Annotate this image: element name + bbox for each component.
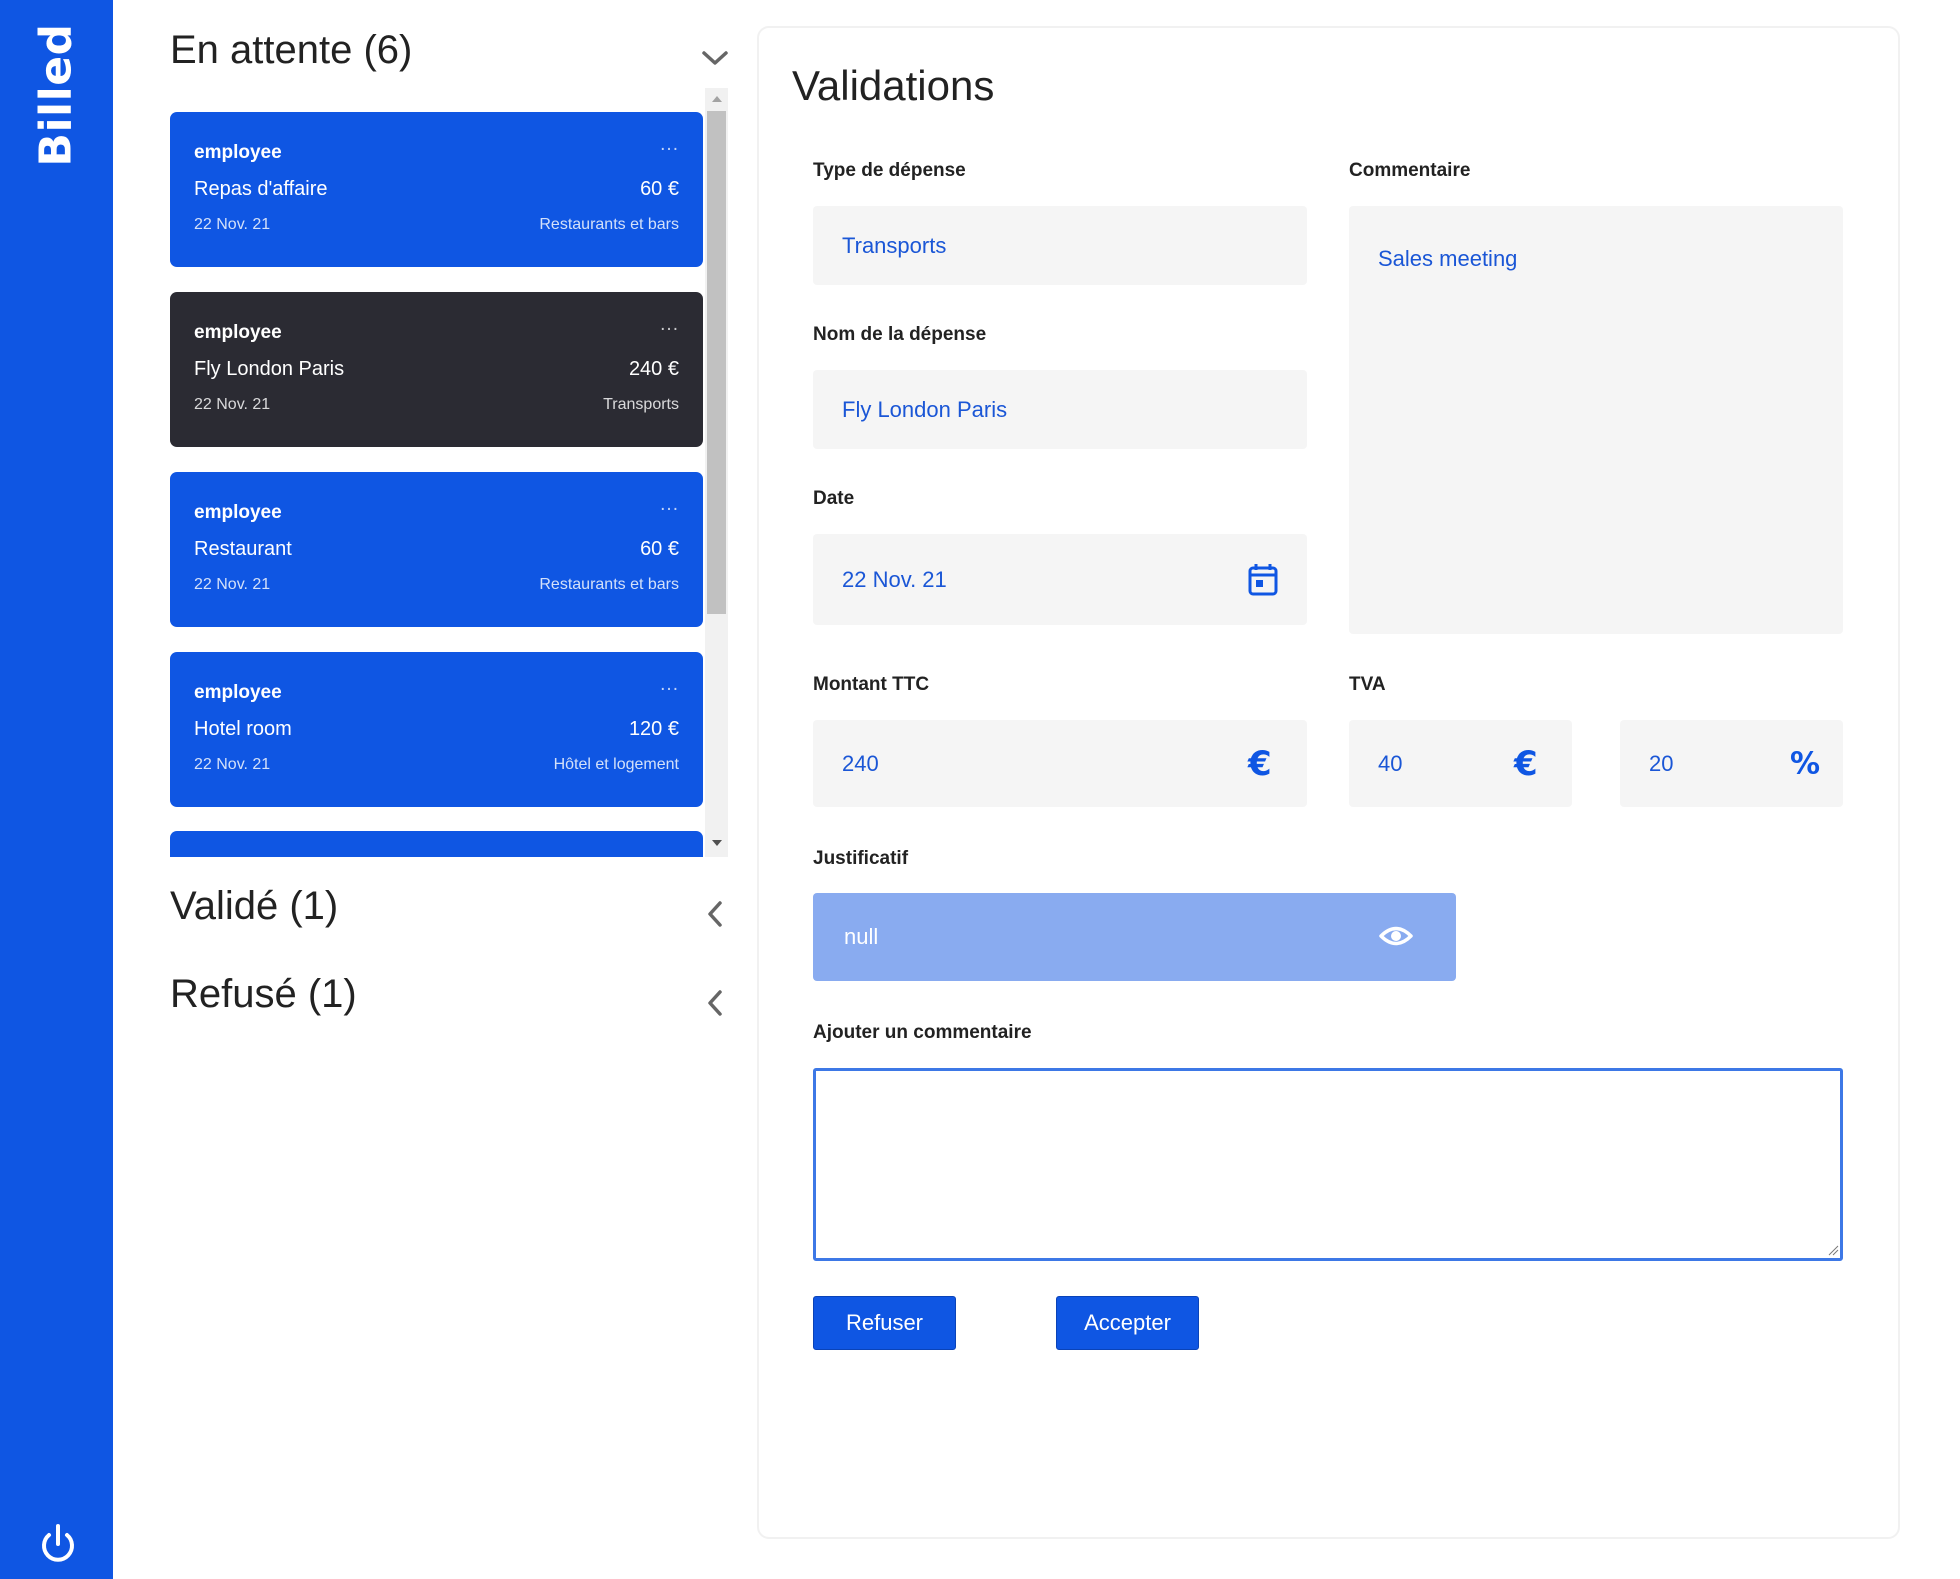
comment-value: Sales meeting: [1378, 246, 1518, 271]
bill-date: 22 Nov. 21: [194, 576, 271, 593]
chevron-down-icon[interactable]: [700, 43, 730, 73]
bill-card[interactable]: employee ... Hotel room 120 € 22 Nov. 21…: [170, 652, 703, 807]
date-label: Date: [813, 488, 855, 509]
bill-card[interactable]: employee ... Repas d'affaire 60 € 22 Nov…: [170, 112, 703, 267]
bill-title: Hotel room: [194, 718, 292, 740]
bill-title: Restaurant: [194, 538, 292, 560]
vat-percent-value: 20: [1649, 750, 1674, 776]
list-scrollbar[interactable]: [705, 88, 728, 857]
calendar-icon: [1248, 564, 1278, 596]
bill-card-partial[interactable]: [170, 831, 703, 857]
bill-card[interactable]: employee ... Restaurant 60 € 22 Nov. 21 …: [170, 472, 703, 627]
bill-amount: 60 €: [640, 538, 679, 560]
proof-field: null: [813, 893, 1456, 981]
amount-field: 240 €: [813, 720, 1307, 807]
pending-section-title: En attente (6): [170, 28, 413, 72]
date-field: 22 Nov. 21: [813, 534, 1307, 625]
add-comment-textarea[interactable]: [813, 1068, 1843, 1261]
page-title: Validations: [792, 62, 995, 109]
scroll-down-icon[interactable]: [712, 840, 722, 846]
vat-label: TVA: [1349, 674, 1386, 695]
more-icon: ...: [660, 674, 679, 695]
bill-employee-name: employee: [194, 142, 282, 163]
bill-employee-name: employee: [194, 682, 282, 703]
resize-grip-icon[interactable]: [1827, 1244, 1839, 1256]
app-logo: Billed: [30, 23, 82, 167]
bill-type: Restaurants et bars: [539, 576, 679, 593]
scroll-up-icon[interactable]: [712, 96, 722, 102]
more-icon: ...: [660, 494, 679, 515]
refuse-button[interactable]: Refuser: [813, 1296, 956, 1350]
expense-type-field: Transports: [813, 206, 1307, 285]
bill-card-selected[interactable]: employee ... Fly London Paris 240 € 22 N…: [170, 292, 703, 447]
scrollbar-thumb[interactable]: [707, 111, 726, 614]
bill-amount: 240 €: [628, 358, 679, 380]
more-icon: ...: [660, 314, 679, 335]
amount-label: Montant TTC: [813, 674, 930, 695]
expense-type-label: Type de dépense: [813, 160, 966, 181]
refused-section-title: Refusé (1): [170, 972, 357, 1016]
sidebar: Billed: [0, 0, 113, 1579]
expense-name-value: Fly London Paris: [842, 396, 1008, 422]
euro-icon: €: [1514, 743, 1538, 784]
bill-date: 22 Nov. 21: [194, 396, 271, 413]
proof-label: Justificatif: [813, 848, 909, 869]
euro-icon: €: [1248, 743, 1272, 784]
bill-employee-name: employee: [194, 502, 282, 523]
expense-name-field: Fly London Paris: [813, 370, 1307, 449]
bill-type: Hôtel et logement: [553, 756, 679, 773]
amount-value: 240: [842, 750, 879, 776]
more-icon: ...: [660, 134, 679, 155]
comment-label: Commentaire: [1349, 160, 1471, 181]
validated-section-title: Validé (1): [170, 884, 339, 928]
bill-date: 22 Nov. 21: [194, 756, 271, 773]
proof-value: null: [844, 924, 879, 949]
bill-employee-name: employee: [194, 322, 282, 343]
vat-percent-field: 20 %: [1620, 720, 1843, 807]
percent-icon: %: [1790, 746, 1821, 781]
accept-button[interactable]: Accepter: [1056, 1296, 1199, 1350]
chevron-left-icon[interactable]: [701, 988, 731, 1018]
expense-name-label: Nom de la dépense: [813, 324, 987, 345]
bill-type: Restaurants et bars: [539, 216, 679, 233]
eye-icon[interactable]: [1379, 921, 1413, 951]
bill-title: Repas d'affaire: [194, 178, 328, 200]
date-value: 22 Nov. 21: [842, 566, 947, 592]
add-comment-label: Ajouter un commentaire: [813, 1022, 1032, 1043]
chevron-left-icon[interactable]: [701, 899, 731, 929]
power-icon[interactable]: [39, 1522, 77, 1566]
bill-amount: 60 €: [640, 178, 679, 200]
bill-date: 22 Nov. 21: [194, 216, 271, 233]
expense-type-value: Transports: [842, 232, 947, 258]
pending-bills-list[interactable]: employee ... Repas d'affaire 60 € 22 Nov…: [170, 88, 728, 857]
bill-amount: 120 €: [628, 718, 679, 740]
bill-title: Fly London Paris: [194, 358, 345, 380]
bill-type: Transports: [603, 396, 679, 413]
vat-amount-value: 40: [1378, 750, 1403, 776]
comment-field: Sales meeting: [1349, 206, 1843, 634]
vat-amount-field: 40 €: [1349, 720, 1572, 807]
